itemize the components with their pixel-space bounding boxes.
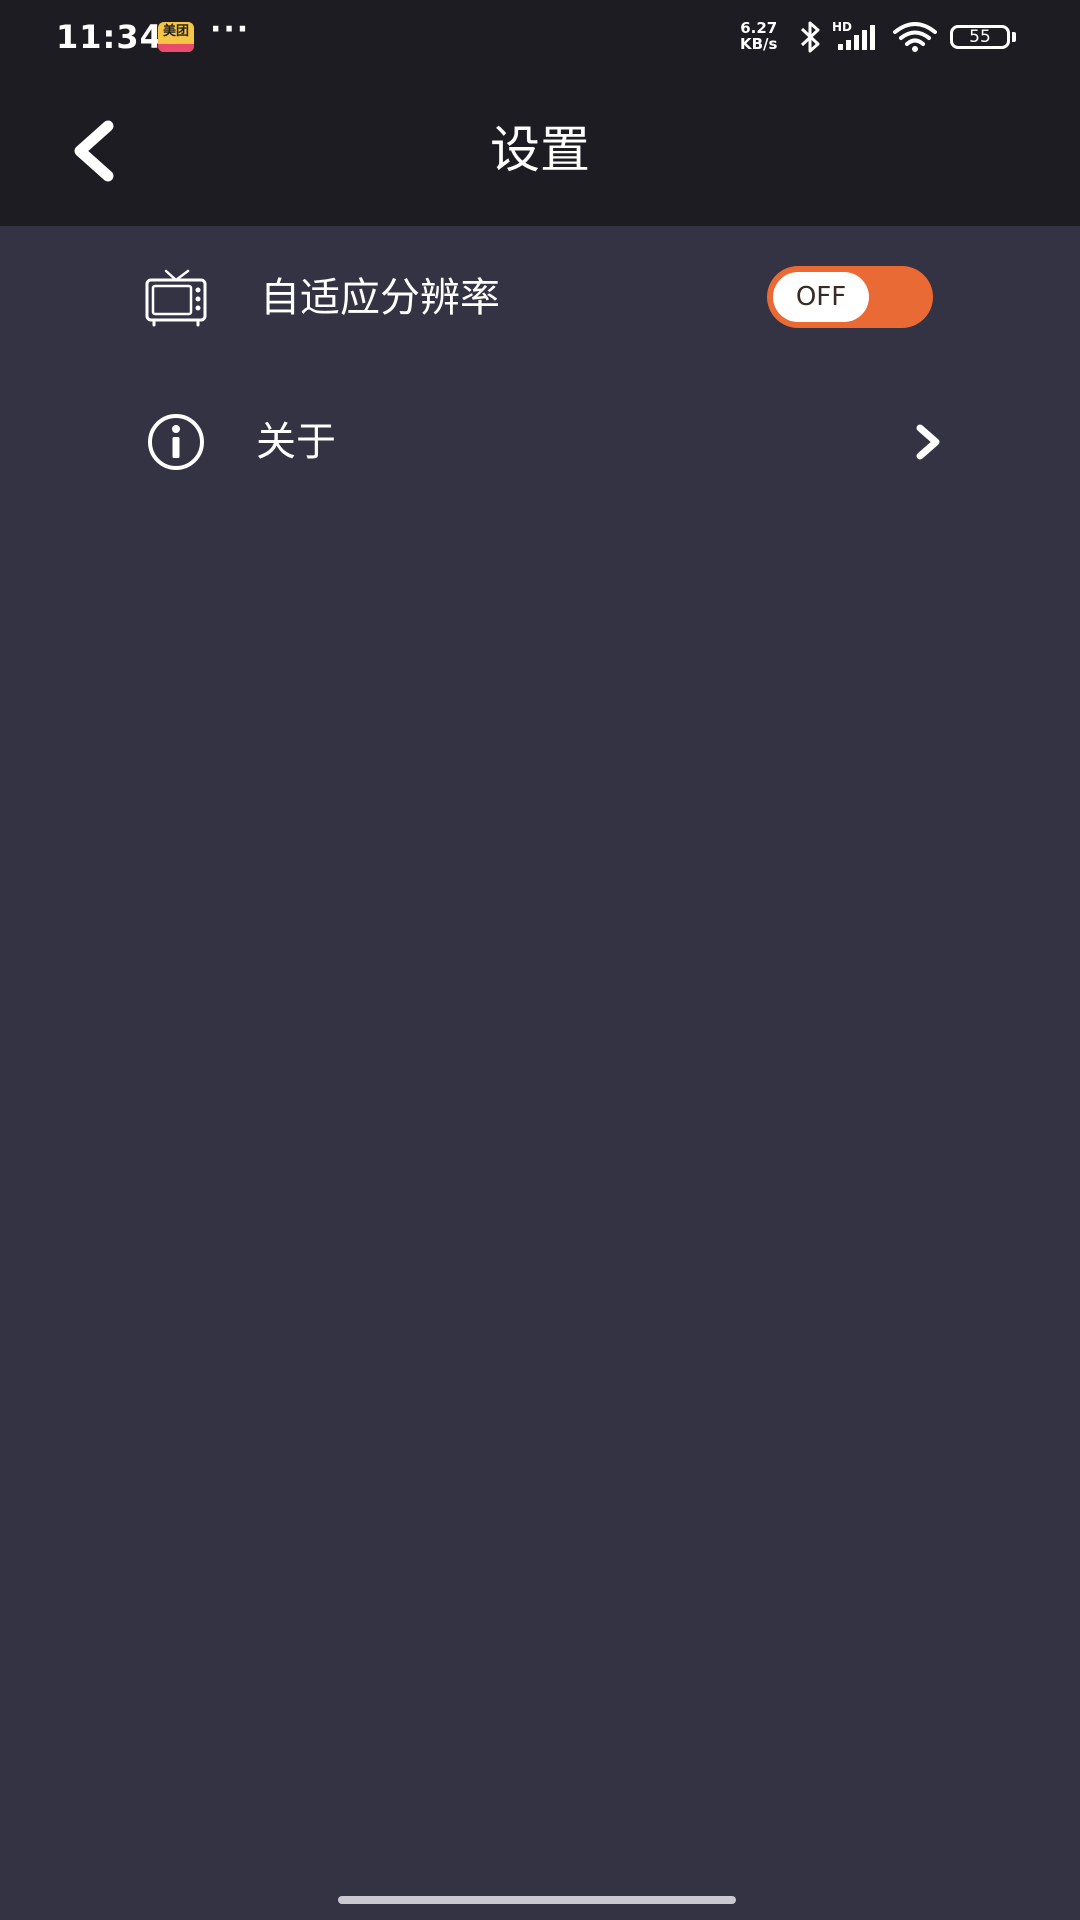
battery-tip (1012, 32, 1016, 42)
setting-row-adaptive-resolution: 自适应分辨率 OFF (0, 228, 1080, 368)
back-arrow-icon (74, 120, 114, 182)
about-label: 关于 (256, 419, 336, 465)
network-speed: 6.27 KB/s (740, 20, 777, 52)
chevron-right-icon (916, 424, 940, 460)
adaptive-resolution-toggle[interactable]: OFF (767, 266, 933, 328)
meituan-app-icon: 美团 (158, 22, 194, 52)
status-time: 11:34 (56, 18, 163, 56)
page-title: 设置 (490, 121, 590, 179)
app-badge-label: 美团 (162, 24, 189, 39)
signal-icon (838, 25, 875, 50)
info-icon (148, 414, 204, 470)
wifi-icon (893, 22, 937, 52)
network-speed-unit: KB/s (740, 35, 778, 53)
back-button[interactable] (60, 116, 130, 186)
status-bar: 11:34 美团 ··· 6.27 KB/s HD 55 (0, 0, 1080, 74)
app-bar: 设置 (0, 74, 1080, 226)
bluetooth-icon (800, 21, 820, 53)
setting-row-about[interactable]: 关于 (0, 372, 1080, 512)
tv-icon (145, 269, 207, 327)
adaptive-resolution-label: 自适应分辨率 (260, 275, 500, 321)
more-notifications-indicator: ··· (210, 12, 251, 47)
battery-level: 55 (969, 27, 991, 47)
home-indicator[interactable] (338, 1896, 736, 1904)
battery-icon: 55 (950, 25, 1010, 49)
network-speed-value: 6.27 (740, 19, 778, 37)
toggle-state-label: OFF (773, 272, 869, 322)
